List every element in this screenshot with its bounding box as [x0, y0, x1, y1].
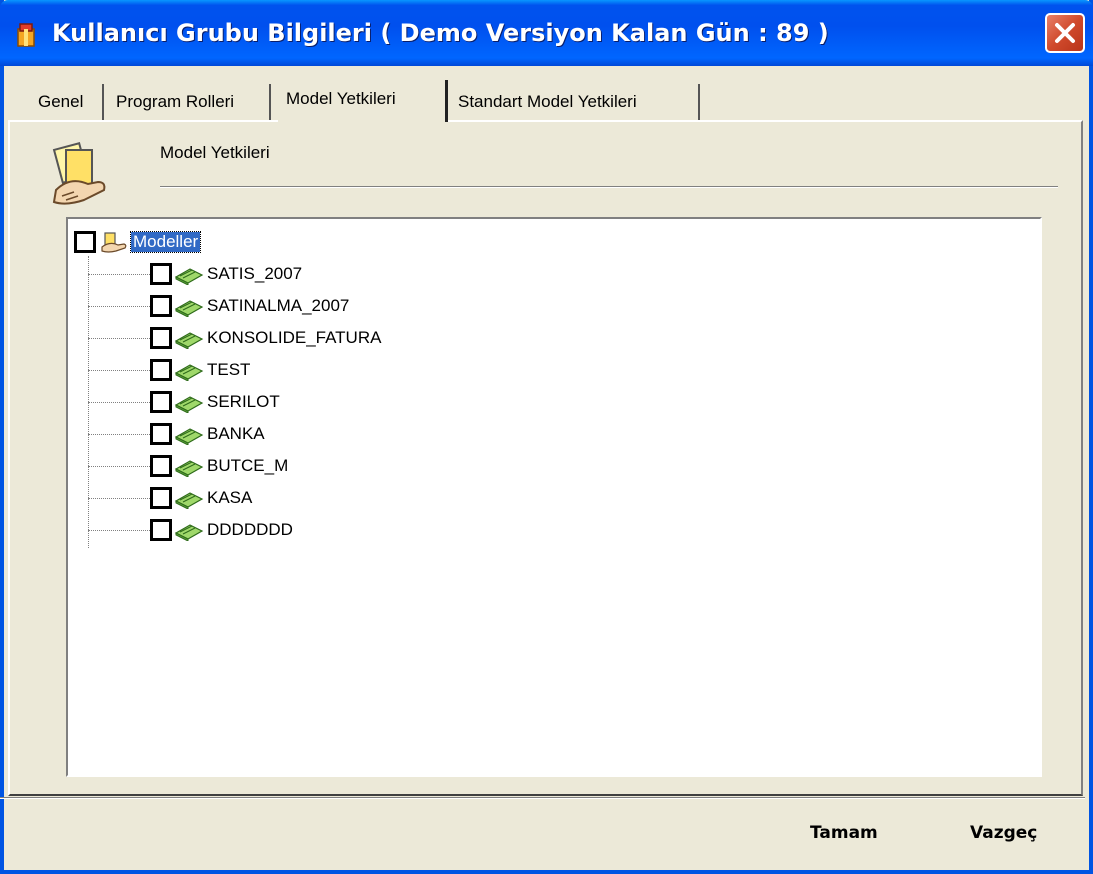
tab-program-rolleri[interactable]: Program Rolleri [108, 84, 271, 120]
close-icon [1055, 23, 1075, 43]
tree-node-label: KASA [207, 488, 253, 507]
tree-node-label: TEST [207, 360, 251, 379]
tree-node[interactable]: SATIS_2007 [150, 259, 302, 289]
window-title: Kullanıcı Grubu Bilgileri ( Demo Versiyo… [52, 19, 829, 47]
hand-folder-icon [101, 232, 127, 253]
tree-node[interactable]: BANKA [150, 419, 265, 449]
model-book-icon [174, 364, 204, 381]
tree-node-label: BANKA [207, 424, 265, 443]
tree-connector [88, 402, 150, 403]
tree-node-label: KONSOLIDE_FATURA [207, 328, 382, 347]
tree-node[interactable]: KONSOLIDE_FATURA [150, 323, 381, 353]
app-icon [17, 23, 35, 47]
tree-node[interactable]: DDDDDDD [150, 515, 293, 545]
section-title: Model Yetkileri [160, 143, 270, 162]
tree-connector [88, 530, 150, 531]
checkbox[interactable] [150, 359, 172, 381]
tree-node[interactable]: KASA [150, 483, 252, 513]
tab-label: Program Rolleri [116, 92, 235, 111]
tree-root-label: Modeller [129, 231, 202, 253]
tree-root-node[interactable]: Modeller [74, 227, 202, 257]
hand-folder-icon [52, 141, 106, 205]
ok-button[interactable]: Tamam [810, 816, 878, 850]
tree-node-label: DDDDDDD [207, 520, 293, 539]
tree-connector [88, 498, 150, 499]
checkbox[interactable] [150, 327, 172, 349]
tree-node-label: SATIS_2007 [207, 264, 303, 283]
tree-connector [88, 306, 150, 307]
model-book-icon [174, 268, 204, 285]
tree-node-label: SATINALMA_2007 [207, 296, 350, 315]
tab-model-yetkileri[interactable]: Model Yetkileri [278, 80, 448, 122]
checkbox[interactable] [150, 391, 172, 413]
model-tree[interactable]: Modeller SATIS_2007 SATINALMA_2007 KONSOLI… [66, 217, 1042, 777]
model-book-icon [174, 396, 204, 413]
model-book-icon [174, 460, 204, 477]
checkbox[interactable] [150, 423, 172, 445]
model-book-icon [174, 332, 204, 349]
checkbox[interactable] [150, 295, 172, 317]
cancel-button[interactable]: Vazgeç [970, 816, 1037, 850]
checkbox[interactable] [150, 487, 172, 509]
model-book-icon [174, 524, 204, 541]
model-book-icon [174, 300, 204, 317]
tree-connector [88, 370, 150, 371]
tree-node-label: BUTCE_M [207, 456, 289, 475]
close-button[interactable] [1045, 13, 1085, 53]
tree-node[interactable]: TEST [150, 355, 250, 385]
checkbox[interactable] [150, 519, 172, 541]
tab-label: Standart Model Yetkileri [458, 92, 637, 111]
tree-node[interactable]: SATINALMA_2007 [150, 291, 349, 321]
title-bar[interactable]: Kullanıcı Grubu Bilgileri ( Demo Versiyo… [0, 0, 1093, 66]
tab-genel[interactable]: Genel [30, 84, 104, 120]
tree-connector [88, 434, 150, 435]
tree-connector [88, 466, 150, 467]
tree-node[interactable]: SERILOT [150, 387, 280, 417]
checkbox[interactable] [150, 263, 172, 285]
footer-divider [0, 797, 1085, 799]
tab-label: Genel [38, 92, 84, 111]
model-book-icon [174, 428, 204, 445]
model-book-icon [174, 492, 204, 509]
tab-label: Model Yetkileri [286, 89, 396, 108]
tree-node-label: SERILOT [207, 392, 280, 411]
tab-standart-model-yetkileri[interactable]: Standart Model Yetkileri [450, 84, 700, 120]
tree-connector [88, 338, 150, 339]
tree-node[interactable]: BUTCE_M [150, 451, 288, 481]
checkbox[interactable] [74, 231, 96, 253]
section-divider [160, 186, 1058, 188]
checkbox[interactable] [150, 455, 172, 477]
tree-connector [88, 274, 150, 275]
